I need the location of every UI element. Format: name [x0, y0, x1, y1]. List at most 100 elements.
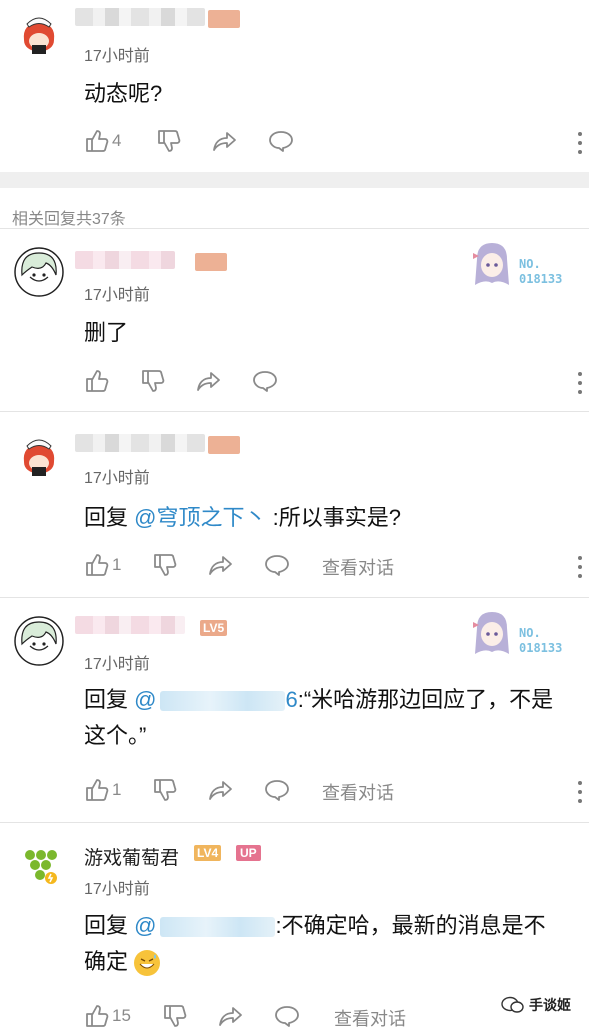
dislike-button[interactable]: [140, 368, 166, 394]
comment-actions: [84, 368, 584, 396]
like-count: 1: [112, 780, 122, 799]
comment-bubble-icon: [253, 371, 277, 392]
dislike-button[interactable]: [156, 128, 182, 154]
view-dialog-link[interactable]: 查看对话: [334, 1005, 406, 1031]
username-blurred[interactable]: [75, 251, 175, 269]
thumbs-down-icon: [154, 554, 177, 576]
like-button[interactable]: 1: [84, 552, 121, 578]
grape-logo-icon: [14, 841, 64, 891]
share-button[interactable]: [218, 1003, 244, 1029]
dislike-button[interactable]: [162, 1003, 188, 1029]
username-blurred[interactable]: [75, 8, 205, 26]
more-vertical-icon[interactable]: [577, 130, 583, 156]
comment-bubble-icon: [265, 555, 289, 576]
thumbs-down-icon: [142, 370, 165, 392]
comment-text: 回复 @:不确定哈，最新的消息是不 确定: [84, 908, 579, 980]
up-tag: UP: [236, 845, 261, 861]
share-button[interactable]: [208, 552, 234, 578]
thumbs-up-icon: [86, 130, 109, 152]
thumbs-up-icon: [86, 779, 109, 801]
avatar[interactable]: [14, 616, 64, 666]
level-badge: LV5: [200, 620, 228, 636]
reply-comment: 17小时前 回复 @穹顶之下丶 :所以事实是? 1 查看对话: [0, 412, 589, 597]
avatar[interactable]: [14, 10, 64, 60]
share-icon: [219, 1007, 242, 1026]
like-button[interactable]: 15: [84, 1003, 131, 1029]
green-hair-avatar-icon: [14, 616, 64, 666]
mention-blurred: [160, 917, 276, 938]
more-vertical-icon[interactable]: [577, 370, 583, 396]
parent-comment: 17小时前 动态呢? 4: [0, 0, 589, 172]
avatar[interactable]: [14, 432, 64, 482]
username-blurred[interactable]: [75, 434, 205, 452]
reply-content-line2: 确定: [84, 949, 129, 974]
dislike-button[interactable]: [152, 777, 178, 803]
share-button[interactable]: [208, 777, 234, 803]
reply-button[interactable]: [264, 552, 290, 578]
username[interactable]: 游戏葡萄君: [84, 843, 179, 870]
comment-text: 动态呢?: [84, 81, 163, 106]
reply-button[interactable]: [252, 368, 278, 394]
related-replies-count: 相关回复共37条: [12, 211, 126, 228]
like-button[interactable]: 1: [84, 777, 121, 803]
mention-blurred: [160, 691, 286, 712]
watermark: 手谈姬: [501, 995, 571, 1015]
red-hair-avatar-icon: [14, 432, 64, 482]
reply-button[interactable]: [268, 128, 294, 154]
comment-time: 17小时前: [84, 656, 150, 673]
reply-content-line1: :不确定哈，最新的消息是不: [275, 913, 546, 938]
anime-girl-badge-icon: [473, 612, 509, 654]
like-button[interactable]: [84, 368, 110, 394]
share-button[interactable]: [212, 128, 238, 154]
comment-text: 回复 @6:“米哈游那边回应了，不是 这个。”: [84, 682, 579, 754]
reply-prefix: 回复: [84, 687, 129, 712]
like-button[interactable]: 4: [84, 128, 121, 154]
thumbs-down-icon: [164, 1005, 187, 1027]
share-icon: [197, 372, 220, 391]
comment-time: 17小时前: [84, 48, 150, 65]
reply-button[interactable]: [274, 1003, 300, 1029]
badge-number: NO. 018133: [519, 257, 563, 286]
share-icon: [209, 781, 232, 800]
red-hair-avatar-icon: [14, 10, 64, 60]
share-button[interactable]: [196, 368, 222, 394]
reply-content: :所以事实是?: [272, 505, 401, 530]
comment-time: 17小时前: [84, 470, 150, 487]
green-hair-avatar-icon: [14, 247, 64, 297]
share-icon: [209, 556, 232, 575]
wechat-icon: [501, 996, 524, 1013]
thumbs-up-icon: [86, 370, 109, 392]
avatar[interactable]: [14, 841, 64, 891]
comment-bubble-icon: [275, 1006, 299, 1027]
thumbs-down-icon: [158, 130, 181, 152]
badge-number: NO. 018133: [519, 626, 563, 655]
more-vertical-icon[interactable]: [577, 779, 583, 805]
like-count: 4: [112, 131, 122, 150]
comment-bubble-icon: [269, 131, 293, 152]
fan-badge-card[interactable]: NO. 018133: [469, 608, 569, 664]
more-vertical-icon[interactable]: [577, 554, 583, 580]
comment-bubble-icon: [265, 780, 289, 801]
view-dialog-link[interactable]: 查看对话: [322, 554, 394, 580]
username-blurred[interactable]: [75, 616, 185, 634]
thumbs-down-icon: [154, 779, 177, 801]
like-count: 1: [112, 555, 122, 574]
dislike-button[interactable]: [152, 552, 178, 578]
view-dialog-link[interactable]: 查看对话: [322, 779, 394, 805]
reply-content-line2: 这个。”: [84, 723, 147, 748]
comment-time: 17小时前: [84, 287, 150, 304]
avatar[interactable]: [14, 247, 64, 297]
level-badge: LV4: [194, 845, 222, 861]
thumbs-up-icon: [86, 1005, 109, 1027]
mention-link[interactable]: @: [134, 913, 276, 938]
mention-link[interactable]: @6: [134, 687, 298, 712]
mention-link[interactable]: @穹顶之下丶: [134, 505, 266, 530]
fan-badge-card[interactable]: NO. 018133: [469, 239, 569, 295]
level-badge-blurred: [195, 253, 227, 271]
reply-button[interactable]: [264, 777, 290, 803]
comment-actions: 1 查看对话: [84, 777, 584, 805]
reply-prefix: 回复: [84, 505, 129, 530]
comment-time: 17小时前: [84, 881, 150, 898]
level-badge-blurred: [208, 10, 240, 28]
comment-text: 回复 @穹顶之下丶 :所以事实是?: [84, 500, 579, 536]
